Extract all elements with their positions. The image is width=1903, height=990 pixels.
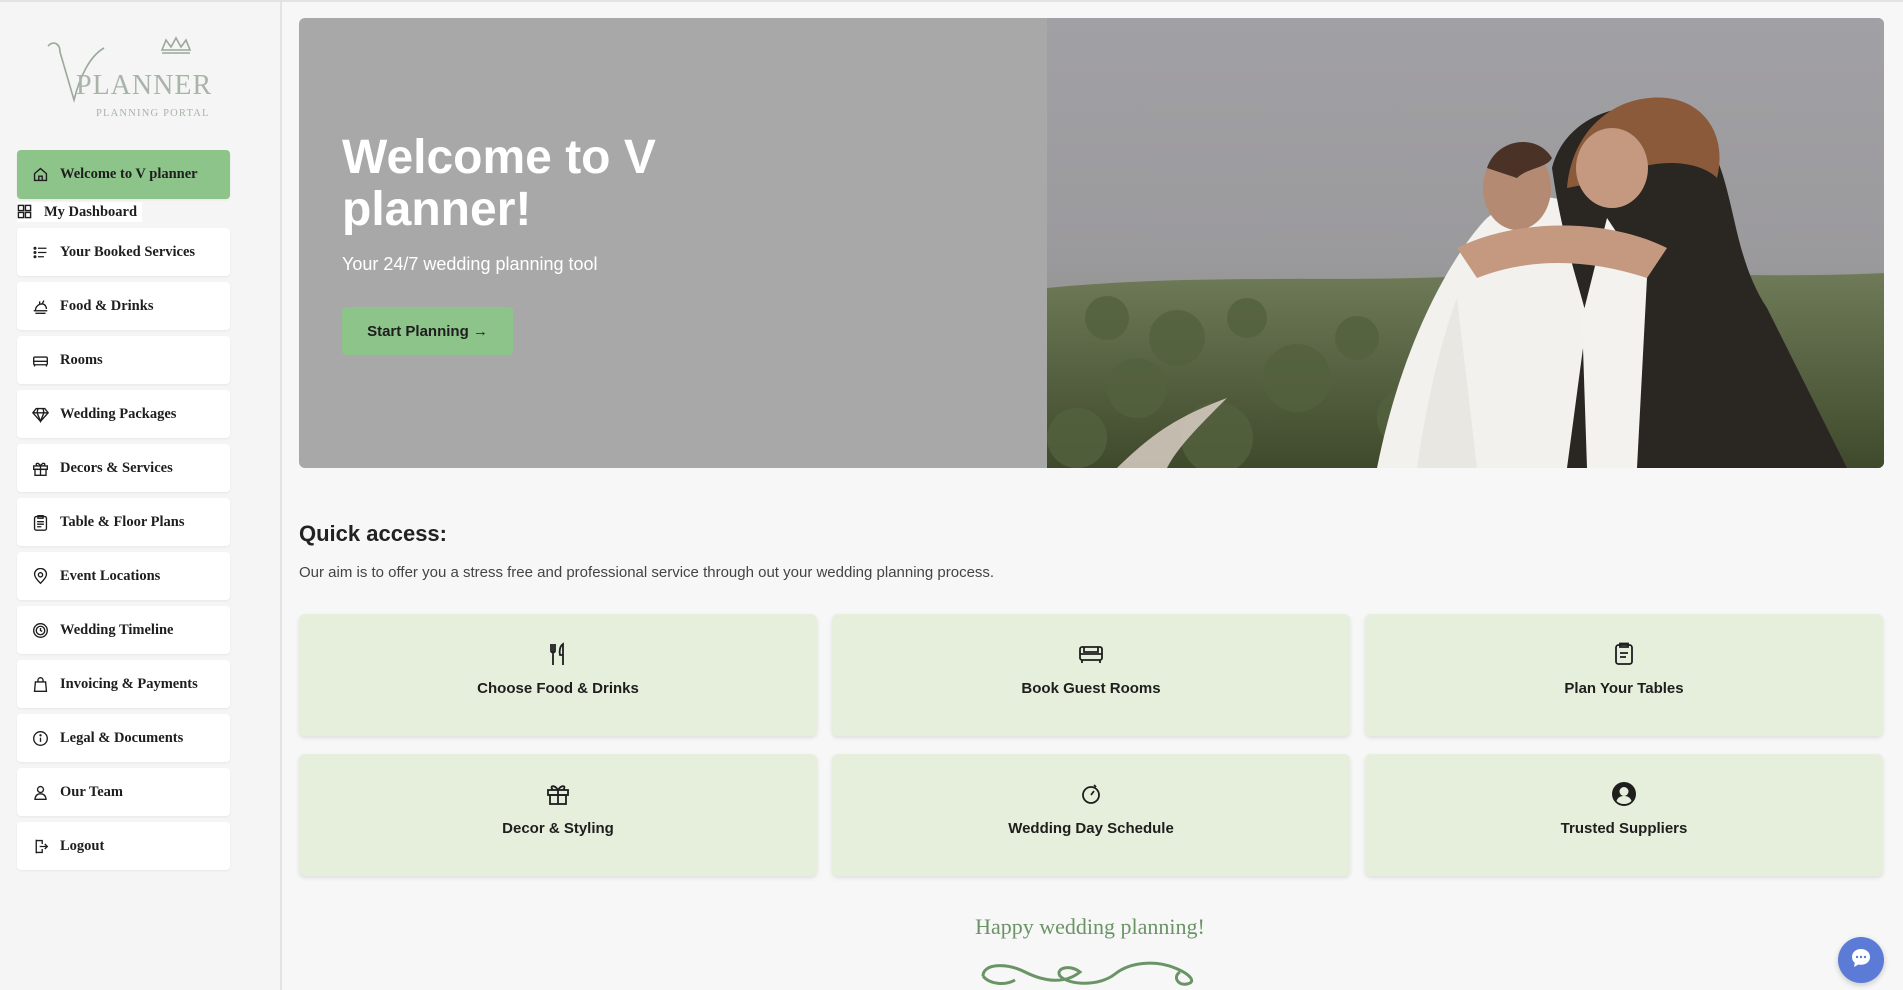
chat-button[interactable] xyxy=(1838,937,1884,983)
quick-card-label: Choose Food & Drinks xyxy=(477,680,639,697)
quick-card-plan-tables[interactable]: Plan Your Tables xyxy=(1365,614,1883,736)
sidebar-item-label: Decors & Services xyxy=(60,459,173,476)
happy-planning-text: Happy wedding planning! xyxy=(975,914,1205,939)
vplanner-logo[interactable]: PLANNER PLANNING PORTAL xyxy=(44,36,228,122)
location-pin-icon xyxy=(31,567,49,585)
flourish-ornament xyxy=(981,961,1194,986)
user-circle-icon xyxy=(1610,780,1638,808)
app-root: PLANNER PLANNING PORTAL Welcome to V pla… xyxy=(0,0,1903,990)
sidebar-item-our-team[interactable]: Our Team xyxy=(17,768,230,816)
sidebar-item-label: Logout xyxy=(60,837,105,854)
gift-icon xyxy=(544,780,572,808)
diamond-icon xyxy=(31,405,49,423)
food-icon xyxy=(31,297,49,315)
hero-banner: Welcome to V planner! Your 24/7 wedding … xyxy=(299,18,1884,468)
quick-card-label: Book Guest Rooms xyxy=(1021,680,1161,697)
chat-bubble-icon xyxy=(1850,947,1872,974)
sidebar-item-event-locations[interactable]: Event Locations xyxy=(17,552,230,600)
sidebar-item-label: Our Team xyxy=(60,783,123,800)
sidebar-item-welcome[interactable]: Welcome to V planner xyxy=(17,150,230,199)
quick-card-label: Plan Your Tables xyxy=(1564,680,1684,697)
sidebar-item-wedding-timeline[interactable]: Wedding Timeline xyxy=(17,606,230,654)
sidebar-item-food-drinks[interactable]: Food & Drinks xyxy=(17,282,230,330)
home-icon xyxy=(31,166,49,184)
quick-access-description: Our aim is to offer you a stress free an… xyxy=(299,564,995,581)
quick-card-trusted-suppliers[interactable]: Trusted Suppliers xyxy=(1365,754,1883,876)
sidebar-item-logout[interactable]: Logout xyxy=(17,822,230,870)
sidebar-item-dashboard[interactable]: My Dashboard xyxy=(17,202,142,222)
sidebar-item-label: Welcome to V planner xyxy=(60,166,198,182)
quick-card-label: Trusted Suppliers xyxy=(1560,820,1688,837)
quick-access-title: Quick access: xyxy=(299,521,447,546)
sidebar-item-label: Your Booked Services xyxy=(60,243,196,260)
hero-title: Welcome to V planner! xyxy=(342,131,656,236)
sidebar-item-label: Rooms xyxy=(60,351,103,368)
logout-icon xyxy=(31,837,49,855)
sidebar-item-invoicing-payments[interactable]: Invoicing & Payments xyxy=(17,660,230,708)
svg-text:PLANNER: PLANNER xyxy=(76,70,212,101)
start-planning-button[interactable]: Start Planning → xyxy=(342,307,513,355)
hero-subtitle: Your 24/7 wedding planning tool xyxy=(342,254,598,274)
sidebar-item-label: Wedding Packages xyxy=(60,405,177,422)
sidebar-item-label: Invoicing & Payments xyxy=(60,675,198,692)
dashboard-grid-icon xyxy=(17,204,33,220)
sidebar-item-label: Legal & Documents xyxy=(60,729,184,746)
info-icon xyxy=(31,729,49,747)
sidebar-item-label: Wedding Timeline xyxy=(60,621,174,638)
sidebar: PLANNER PLANNING PORTAL Welcome to V pla… xyxy=(0,2,282,990)
gift-icon xyxy=(31,459,49,477)
list-icon xyxy=(31,243,49,261)
sidebar-item-wedding-packages[interactable]: Wedding Packages xyxy=(17,390,230,438)
sidebar-item-label: My Dashboard xyxy=(44,203,138,220)
fork-knife-icon xyxy=(544,640,572,668)
sidebar-item-rooms[interactable]: Rooms xyxy=(17,336,230,384)
sidebar-item-legal-documents[interactable]: Legal & Documents xyxy=(17,714,230,762)
sidebar-item-table-floor-plans[interactable]: Table & Floor Plans xyxy=(17,498,230,546)
bed-icon xyxy=(1077,640,1105,668)
bed-icon xyxy=(31,351,49,369)
sidebar-item-label: Event Locations xyxy=(60,567,161,584)
stopwatch-icon xyxy=(1077,780,1105,808)
quick-card-wedding-schedule[interactable]: Wedding Day Schedule xyxy=(832,754,1350,876)
quick-card-label: Decor & Styling xyxy=(502,820,614,837)
clipboard-icon xyxy=(1610,640,1638,668)
sidebar-item-label: Table & Floor Plans xyxy=(60,513,185,530)
quick-card-label: Wedding Day Schedule xyxy=(1008,820,1174,837)
sidebar-item-decors-services[interactable]: Decors & Services xyxy=(17,444,230,492)
quick-card-food-drinks[interactable]: Choose Food & Drinks xyxy=(299,614,817,736)
svg-text:PLANNING PORTAL: PLANNING PORTAL xyxy=(96,108,210,119)
sidebar-item-label: Food & Drinks xyxy=(60,297,154,314)
clock-icon xyxy=(31,621,49,639)
wedding-couple-photo xyxy=(1047,18,1884,468)
clipboard-icon xyxy=(31,513,49,531)
sidebar-item-booked-services[interactable]: Your Booked Services xyxy=(17,228,230,276)
bag-icon xyxy=(31,675,49,693)
quick-card-decor-styling[interactable]: Decor & Styling xyxy=(299,754,817,876)
quick-card-guest-rooms[interactable]: Book Guest Rooms xyxy=(832,614,1350,736)
person-icon xyxy=(31,783,49,801)
